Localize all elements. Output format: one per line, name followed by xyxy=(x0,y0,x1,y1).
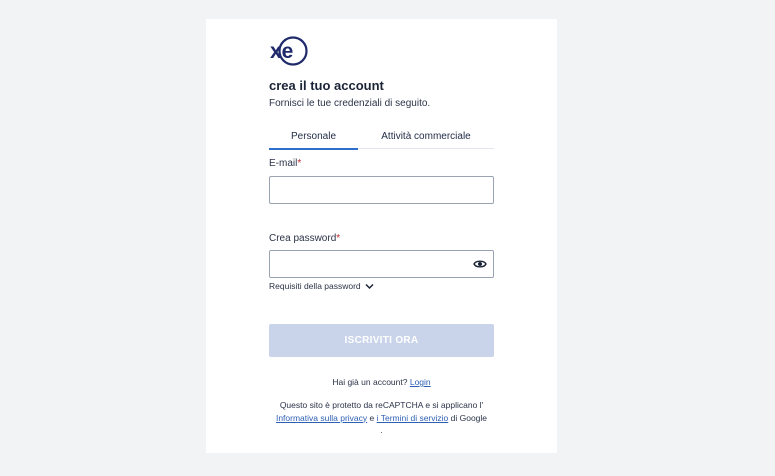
signup-card: xe crea il tuo account Fornisci le tue c… xyxy=(206,19,557,453)
privacy-policy-link[interactable]: Informativa sulla privacy xyxy=(276,413,367,423)
password-field[interactable] xyxy=(269,250,494,278)
required-mark: * xyxy=(297,158,302,169)
chevron-down-icon xyxy=(365,284,374,290)
terms-of-service-link[interactable]: i Termini di servizio xyxy=(377,413,449,423)
recaptcha-notice: Questo sito è protetto da reCAPTCHA e si… xyxy=(275,400,488,435)
password-requirements-label: Requisiti della password xyxy=(269,281,361,291)
required-mark: * xyxy=(336,233,341,244)
page-subtitle: Fornisci le tue credenziali di seguito. xyxy=(269,98,431,109)
password-label: Crea password* xyxy=(269,233,341,244)
login-link[interactable]: Login xyxy=(410,377,431,387)
page-title: crea il tuo account xyxy=(269,78,384,93)
email-label: E-mail* xyxy=(269,158,302,169)
tab-business[interactable]: Attività commerciale xyxy=(365,129,487,148)
xe-logo: xe xyxy=(270,36,308,66)
account-type-tabs: Personale Attività commerciale xyxy=(269,129,494,150)
tab-personal[interactable]: Personale xyxy=(269,129,358,150)
signup-button[interactable]: ISCRIVITI ORA xyxy=(269,324,494,357)
svg-text:xe: xe xyxy=(270,40,293,63)
login-prompt: Hai già un account? Login xyxy=(332,377,431,387)
password-requirements-toggle[interactable]: Requisiti della password xyxy=(269,281,374,291)
eye-icon[interactable] xyxy=(473,259,487,269)
email-field[interactable] xyxy=(269,176,494,204)
